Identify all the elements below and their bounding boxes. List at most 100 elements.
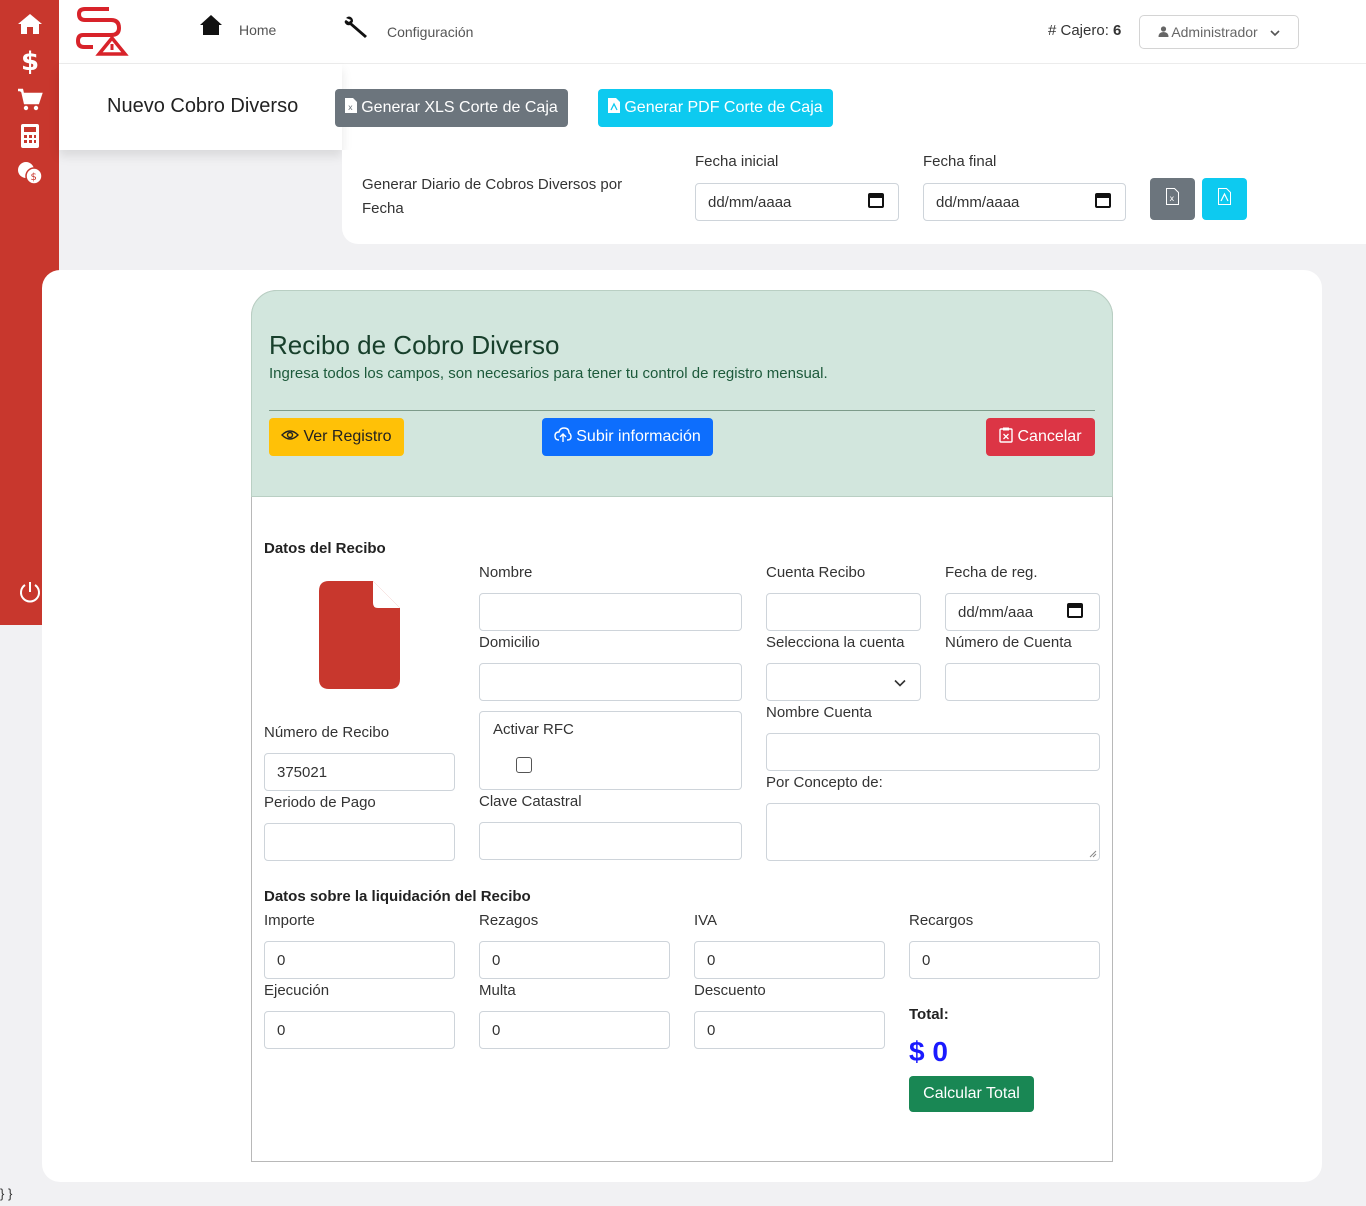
surcharges-value: 0 [922, 951, 931, 969]
cajero-number: 6 [1113, 22, 1122, 39]
registration-date-label: Fecha de reg. [945, 564, 1038, 581]
calculator-icon[interactable] [14, 122, 46, 150]
cajero-indicator: # Cajero: 6 [1048, 22, 1121, 39]
fine-value: 0 [492, 1021, 501, 1039]
execution-value: 0 [277, 1021, 286, 1039]
receipt-account-input[interactable] [766, 593, 921, 631]
surcharges-input[interactable]: 0 [909, 941, 1100, 979]
user-menu-button[interactable]: Administrador [1139, 15, 1299, 49]
arrears-label: Rezagos [479, 912, 539, 929]
total-value: $ 0 [909, 1036, 948, 1067]
dollar-icon[interactable]: $ [14, 47, 46, 77]
eye-icon [281, 428, 300, 446]
end-date-input[interactable]: dd/mm/aaaa [923, 183, 1126, 221]
fine-input[interactable]: 0 [479, 1011, 670, 1049]
account-number-input[interactable] [945, 663, 1100, 701]
nav-configuracion[interactable]: Configuración [343, 14, 473, 43]
account-name-input[interactable] [766, 733, 1100, 771]
top-navbar: Home Configuración # Cajero: 6 Administr… [59, 0, 1366, 64]
payment-period-input[interactable] [264, 823, 455, 861]
file-pdf-icon [1218, 188, 1231, 210]
file-icon [319, 581, 401, 694]
surcharges-label: Recargos [909, 912, 974, 929]
start-date-value: dd/mm/aaaa [708, 193, 792, 211]
cloud-upload-icon [554, 426, 572, 448]
upload-info-button[interactable]: Subir información [542, 418, 713, 456]
select-account-label: Selecciona la cuenta [766, 634, 905, 651]
calendar-icon[interactable] [1067, 602, 1083, 622]
receipt-data-section-title: Datos del Recibo [264, 540, 386, 557]
end-date-label: Fecha final [923, 153, 997, 170]
chevron-down-icon [894, 674, 906, 691]
date-range-pdf-button[interactable] [1202, 178, 1247, 220]
receipt-number-value: 375021 [277, 763, 328, 781]
concept-textarea[interactable] [766, 803, 1100, 861]
chevron-down-icon [1270, 24, 1280, 40]
rfc-label: Activar RFC [493, 721, 574, 738]
svg-text:x: x [1170, 194, 1175, 203]
generate-xls-button[interactable]: x Generar XLS Corte de Caja [335, 89, 568, 127]
end-date-value: dd/mm/aaaa [936, 193, 1020, 211]
rfc-checkbox[interactable] [516, 757, 532, 773]
discount-input[interactable]: 0 [694, 1011, 885, 1049]
payment-period-label: Periodo de Pago [264, 794, 376, 811]
discount-label: Descuento [694, 982, 766, 999]
settlement-section-title: Datos sobre la liquidación del Recibo [264, 888, 531, 905]
registration-date-value: dd/mm/aaa [958, 603, 1034, 621]
start-date-input[interactable]: dd/mm/aaaa [695, 183, 899, 221]
iva-value: 0 [707, 951, 716, 969]
view-records-label: Ver Registro [303, 428, 392, 445]
stray-text: } } [0, 1186, 13, 1201]
iva-input[interactable]: 0 [694, 941, 885, 979]
date-range-caption-line2: Fecha [362, 200, 404, 217]
file-excel-icon: x [1166, 188, 1179, 210]
generate-pdf-button[interactable]: Generar PDF Corte de Caja [598, 89, 833, 127]
name-input[interactable] [479, 593, 742, 631]
home-icon[interactable] [14, 10, 46, 38]
cancel-label: Cancelar [1017, 428, 1082, 445]
cancel-button[interactable]: Cancelar [986, 418, 1095, 456]
total-label: Total: [909, 1006, 949, 1023]
view-records-button[interactable]: Ver Registro [269, 418, 404, 456]
coins-icon[interactable]: $ [14, 160, 46, 188]
calculate-total-button[interactable]: Calcular Total [909, 1076, 1034, 1112]
file-pdf-icon [608, 98, 621, 118]
brand-logo[interactable] [75, 6, 131, 63]
iva-label: IVA [694, 912, 718, 929]
execution-label: Ejecución [264, 982, 330, 999]
calendar-icon[interactable] [1095, 192, 1111, 212]
concept-label: Por Concepto de: [766, 774, 883, 791]
svg-text:x: x [348, 103, 353, 112]
select-account-dropdown[interactable] [766, 663, 921, 701]
amount-value: 0 [277, 951, 286, 969]
address-label: Domicilio [479, 634, 540, 651]
discount-value: 0 [707, 1021, 716, 1039]
address-input[interactable] [479, 663, 742, 701]
receipt-number-input[interactable]: 375021 [264, 753, 455, 791]
name-label: Nombre [479, 564, 533, 581]
nav-configuracion-label: Configuración [387, 23, 474, 40]
user-icon [1158, 24, 1169, 40]
date-range-xls-button[interactable]: x [1150, 178, 1195, 220]
cart-icon[interactable] [14, 86, 46, 114]
fine-label: Multa [479, 982, 516, 999]
user-name: Administrador [1171, 24, 1258, 40]
upload-info-label: Subir información [576, 428, 701, 445]
cadastral-key-input[interactable] [479, 822, 742, 860]
receipt-form-title: Recibo de Cobro Diverso [269, 330, 560, 360]
nav-home-label: Home [239, 21, 277, 38]
arrears-input[interactable]: 0 [479, 941, 670, 979]
cadastral-key-label: Clave Catastral [479, 793, 582, 810]
date-range-caption-line1: Generar Diario de Cobros Diversos por [362, 176, 623, 193]
amount-label: Importe [264, 912, 315, 929]
arrears-value: 0 [492, 951, 501, 969]
calendar-icon[interactable] [868, 192, 884, 212]
registration-date-input[interactable]: dd/mm/aaa [945, 593, 1100, 631]
execution-input[interactable]: 0 [264, 1011, 455, 1049]
account-number-label: Número de Cuenta [945, 634, 1072, 651]
amount-input[interactable]: 0 [264, 941, 455, 979]
nav-home[interactable]: Home [199, 14, 276, 39]
svg-text:$: $ [31, 172, 37, 183]
date-range-caption: Generar Diario de Cobros Diversos por Fe… [362, 173, 622, 221]
receipt-account-label: Cuenta Recibo [766, 564, 866, 581]
